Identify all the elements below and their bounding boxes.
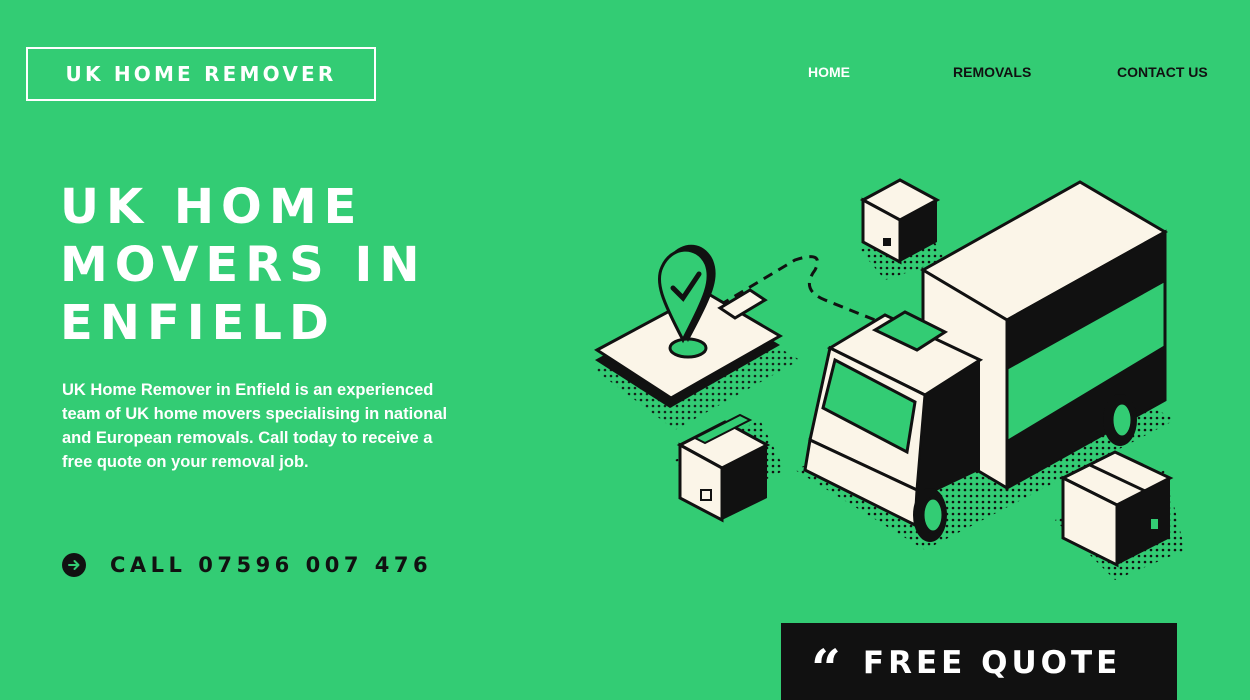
hero-title-line: MOVERS IN xyxy=(60,237,427,293)
logo-text: UK HOME REMOVER xyxy=(65,62,337,86)
hero-title: UK HOME MOVERS IN ENFIELD xyxy=(60,178,530,352)
free-quote-label: FREE QUOTE xyxy=(862,645,1122,681)
quote-mark-icon: “ xyxy=(811,639,841,700)
arrow-right-circle-icon xyxy=(62,553,86,577)
isometric-moving-truck-illustration xyxy=(594,178,1185,580)
hero-title-line: UK HOME xyxy=(60,179,364,235)
call-label: CALL 07596 007 476 xyxy=(110,553,433,577)
nav-item-removals[interactable]: REMOVALS xyxy=(953,64,1031,80)
nav-item-home[interactable]: HOME xyxy=(808,64,850,80)
hero-description: UK Home Remover in Enfield is an experie… xyxy=(62,381,448,471)
free-quote-button[interactable]: “ FREE QUOTE xyxy=(781,623,1177,700)
call-link[interactable]: CALL 07596 007 476 xyxy=(62,550,432,580)
site-logo[interactable]: UK HOME REMOVER xyxy=(26,47,376,101)
nav-item-contact-us[interactable]: CONTACT US xyxy=(1117,64,1208,80)
hero-title-line: ENFIELD xyxy=(60,295,336,351)
